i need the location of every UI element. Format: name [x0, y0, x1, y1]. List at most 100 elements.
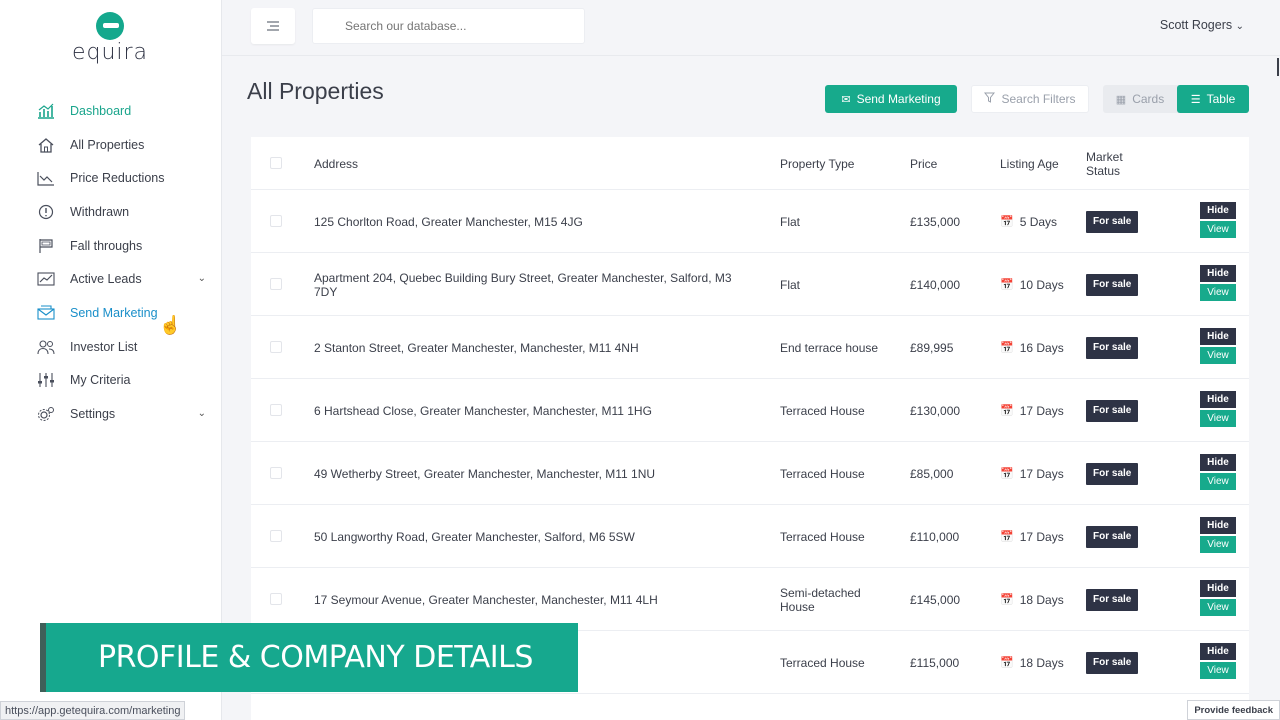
row-actions: Hide View — [1200, 265, 1236, 301]
cell-property-type: Flat — [780, 277, 801, 292]
hide-button[interactable]: Hide — [1200, 202, 1236, 219]
hide-button[interactable]: Hide — [1200, 391, 1236, 408]
row-checkbox[interactable] — [270, 278, 282, 290]
calendar-icon: 📅 — [1000, 467, 1014, 480]
hide-button[interactable]: Hide — [1200, 580, 1236, 597]
sidebar-item-fall-throughs[interactable]: Fall throughs — [0, 229, 222, 263]
column-market-status[interactable]: Market Status — [1086, 137, 1146, 190]
calendar-icon: 📅 — [1000, 404, 1014, 417]
sidebar-item-label: Dashboard — [70, 103, 132, 118]
sidebar-item-withdrawn[interactable]: Withdrawn — [0, 195, 222, 229]
status-badge: For sale — [1086, 273, 1139, 296]
provide-feedback-button[interactable]: Provide feedback — [1187, 700, 1280, 720]
send-marketing-button[interactable]: ✉ Send Marketing — [825, 85, 957, 113]
sidebar-item-active-leads[interactable]: Active Leads ⌄ — [0, 262, 222, 296]
sidebar-item-investor-list[interactable]: Investor List — [0, 330, 222, 364]
scrollbar-thumb[interactable] — [1277, 58, 1279, 76]
hide-button[interactable]: Hide — [1200, 454, 1236, 471]
trend-chart-icon — [37, 271, 55, 287]
cell-price: £85,000 — [910, 466, 954, 481]
table-row[interactable]: 2 Stanton Street, Greater Manchester, Ma… — [251, 316, 1249, 379]
sidebar-item-settings[interactable]: Settings ⌄ — [0, 397, 222, 431]
hide-button[interactable]: Hide — [1200, 265, 1236, 282]
view-button[interactable]: View — [1200, 662, 1236, 679]
column-listing-age[interactable]: Listing Age — [1000, 137, 1060, 190]
chevron-down-icon[interactable]: ⌄ — [198, 273, 206, 284]
cell-property-type: End terrace house — [780, 340, 879, 355]
view-button[interactable]: View — [1200, 599, 1236, 616]
cell-listing-age: 📅 18 Days — [1000, 631, 1080, 694]
list-icon: ☰ — [1190, 93, 1201, 106]
row-checkbox[interactable] — [270, 467, 282, 479]
table-row[interactable]: 50 Langworthy Road, Greater Manchester, … — [251, 505, 1249, 568]
hide-button[interactable]: Hide — [1200, 643, 1236, 660]
status-badge: For sale — [1086, 588, 1139, 611]
cell-listing-age: 📅 5 Days — [1000, 190, 1080, 253]
equira-logo[interactable]: equira — [70, 12, 150, 65]
calendar-icon: 📅 — [1000, 341, 1014, 354]
sidebar-item-price-reductions[interactable]: Price Reductions — [0, 161, 222, 195]
calendar-icon: 📅 — [1000, 278, 1014, 291]
calendar-icon: 📅 — [1000, 593, 1014, 606]
sidebar-item-all-properties[interactable]: All Properties — [0, 128, 222, 162]
select-all-checkbox[interactable] — [270, 157, 282, 169]
row-checkbox[interactable] — [270, 404, 282, 416]
chevron-down-icon[interactable]: ⌄ — [198, 408, 206, 419]
banner-text: PROFILE & COMPANY DETAILS — [98, 640, 533, 675]
column-price[interactable]: Price — [910, 137, 937, 190]
sidebar-item-send-marketing[interactable]: Send Marketing — [0, 296, 222, 330]
search-filters-button[interactable]: Search Filters — [971, 85, 1089, 113]
column-address[interactable]: Address — [314, 137, 358, 190]
cell-price: £130,000 — [910, 403, 961, 418]
sidebar-item-dashboard[interactable]: Dashboard — [0, 94, 222, 128]
cell-address: 2 Stanton Street, Greater Manchester, Ma… — [314, 340, 639, 355]
search-filters-label: Search Filters — [1001, 92, 1076, 106]
row-checkbox[interactable] — [270, 341, 282, 353]
hide-button[interactable]: Hide — [1200, 328, 1236, 345]
row-checkbox[interactable] — [270, 215, 282, 227]
table-row[interactable]: 17 Seymour Avenue, Greater Manchester, M… — [251, 568, 1249, 631]
sidebar-item-my-criteria[interactable]: My Criteria — [0, 364, 222, 398]
hide-button[interactable]: Hide — [1200, 517, 1236, 534]
column-property-type[interactable]: Property Type — [780, 137, 854, 190]
user-menu[interactable]: Scott Rogers ⌄ — [1160, 18, 1244, 32]
view-table-button[interactable]: ☰ Table — [1177, 85, 1249, 113]
cell-market-status: For sale — [1086, 316, 1139, 379]
row-checkbox[interactable] — [270, 593, 282, 605]
cell-listing-age: 📅 10 Days — [1000, 253, 1080, 316]
view-button[interactable]: View — [1200, 473, 1236, 490]
search-input[interactable] — [312, 8, 585, 44]
listing-age-value: 10 Days — [1019, 277, 1064, 292]
row-checkbox[interactable] — [270, 530, 282, 542]
cell-listing-age: 📅 17 Days — [1000, 505, 1080, 568]
view-button[interactable]: View — [1200, 536, 1236, 553]
table-row[interactable]: 49 Wetherby Street, Greater Manchester, … — [251, 442, 1249, 505]
view-cards-label: Cards — [1132, 92, 1165, 106]
chevron-down-icon: ⌄ — [1235, 21, 1244, 32]
view-button[interactable]: View — [1200, 284, 1236, 301]
table-row[interactable]: Apartment 204, Quebec Building Bury Stre… — [251, 253, 1249, 316]
listing-age-value: 18 Days — [1019, 592, 1064, 607]
row-actions: Hide View — [1200, 202, 1236, 238]
listing-age-value: 16 Days — [1019, 340, 1064, 355]
video-caption-banner: PROFILE & COMPANY DETAILS — [40, 623, 578, 692]
table-row[interactable]: 6 Hartshead Close, Greater Manchester, M… — [251, 379, 1249, 442]
top-bar: Scott Rogers ⌄ — [222, 0, 1280, 56]
row-actions: Hide View — [1200, 454, 1236, 490]
cell-address: 6 Hartshead Close, Greater Manchester, M… — [314, 403, 652, 418]
view-cards-button[interactable]: ▦ Cards — [1103, 85, 1177, 113]
cell-listing-age: 📅 16 Days — [1000, 316, 1080, 379]
cell-address: 50 Langworthy Road, Greater Manchester, … — [314, 529, 635, 544]
view-button[interactable]: View — [1200, 347, 1236, 364]
cell-market-status: For sale — [1086, 253, 1139, 316]
status-badge: For sale — [1086, 651, 1139, 674]
status-badge: For sale — [1086, 210, 1139, 233]
menu-toggle-button[interactable] — [251, 8, 295, 44]
sidebar-item-label: All Properties — [70, 137, 145, 152]
table-row[interactable]: 125 Chorlton Road, Greater Manchester, M… — [251, 190, 1249, 253]
view-button[interactable]: View — [1200, 410, 1236, 427]
view-button[interactable]: View — [1200, 221, 1236, 238]
filter-icon — [984, 92, 996, 106]
page-title: All Properties — [247, 78, 384, 104]
flag-icon — [37, 238, 55, 254]
